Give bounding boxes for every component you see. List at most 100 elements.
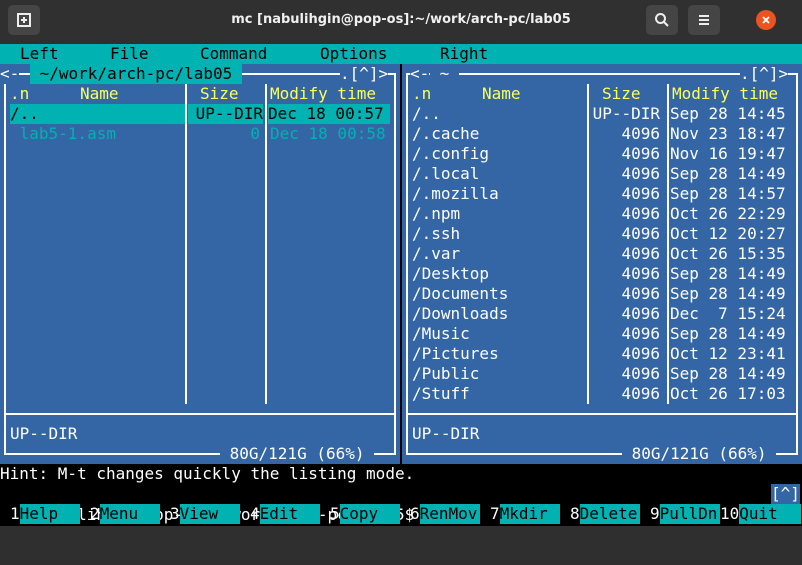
file-name: /.local xyxy=(412,164,480,183)
file-size: 4096 xyxy=(621,304,660,323)
fkey-num: 1 xyxy=(10,504,20,523)
file-mtime: Sep 28 14:49 xyxy=(670,264,786,283)
file-row[interactable]: lab5-1.asm 0 Dec 18 00:58 xyxy=(0,124,400,144)
file-row[interactable]: /.. UP--DIR Dec 18 00:57 xyxy=(0,104,400,124)
file-name: /.ssh xyxy=(412,224,461,243)
panel-path[interactable]: ~/work/arch-pc/lab05 xyxy=(30,64,242,84)
fkey-quit[interactable]: 10Quit xyxy=(720,504,802,524)
file-name: /.mozilla xyxy=(412,184,499,203)
file-row[interactable]: /Music 4096 Sep 28 14:49 xyxy=(402,324,802,344)
fkey-edit[interactable]: 4Edit xyxy=(250,504,320,524)
header-mtime[interactable]: Modify time xyxy=(672,84,778,104)
file-row[interactable]: /Downloads 4096 Dec 7 15:24 xyxy=(402,304,802,324)
panel-corner-left[interactable]: <- xyxy=(0,64,20,84)
file-mtime: Nov 23 18:47 xyxy=(670,124,786,143)
file-row[interactable]: /Stuff 4096 Oct 26 17:03 xyxy=(402,384,802,404)
header-mtime[interactable]: Modify time xyxy=(270,84,376,104)
search-button[interactable] xyxy=(646,5,678,35)
file-row[interactable]: /.config 4096 Nov 16 19:47 xyxy=(402,144,802,164)
file-size: 4096 xyxy=(621,224,660,243)
fkey-renmov[interactable]: 6RenMov xyxy=(410,504,480,524)
menu-command[interactable]: Command xyxy=(200,44,267,64)
file-row[interactable]: /Documents 4096 Sep 28 14:49 xyxy=(402,284,802,304)
hint-line: Hint: M-t changes quickly the listing mo… xyxy=(0,464,415,483)
file-mtime: Sep 28 14:49 xyxy=(670,284,786,303)
left-panel[interactable]: <- ~/work/arch-pc/lab05 .[^]> .n Name Si… xyxy=(0,64,400,464)
file-row[interactable]: /Desktop 4096 Sep 28 14:49 xyxy=(402,264,802,284)
file-mtime: Oct 26 17:03 xyxy=(670,384,786,403)
menu-icon xyxy=(699,15,709,25)
file-name: /Public xyxy=(412,364,480,383)
file-row[interactable]: /.cache 4096 Nov 23 18:47 xyxy=(402,124,802,144)
file-row[interactable]: /Pictures 4096 Oct 12 23:41 xyxy=(402,344,802,364)
file-name: /Pictures xyxy=(412,344,499,363)
menu-file[interactable]: File xyxy=(110,44,149,64)
menu-options[interactable]: Options xyxy=(320,44,387,64)
fkey-mkdir[interactable]: 7Mkdir xyxy=(490,504,560,524)
file-row[interactable]: /.. UP--DIR Sep 28 14:45 xyxy=(402,104,802,124)
header-size[interactable]: Size xyxy=(200,84,239,104)
file-row[interactable]: /.local 4096 Sep 28 14:49 xyxy=(402,164,802,184)
fkey-label: RenMov xyxy=(419,504,480,524)
panel-corner-right[interactable]: .[^]> xyxy=(740,64,789,84)
fkey-view[interactable]: 3View xyxy=(170,504,240,524)
file-size: 4096 xyxy=(621,284,660,303)
file-row[interactable]: /.ssh 4096 Oct 12 20:27 xyxy=(402,224,802,244)
window-titlebar: mc [nabulihgin@pop-os]:~/work/arch-pc/la… xyxy=(0,0,802,40)
file-size: 4096 xyxy=(621,364,660,383)
panel-corner-right[interactable]: .[^]> xyxy=(340,64,389,84)
file-name: /.npm xyxy=(412,204,461,223)
file-row[interactable]: /.var 4096 Oct 26 15:35 xyxy=(402,244,802,264)
file-size: UP--DIR xyxy=(188,104,263,124)
close-button[interactable] xyxy=(756,10,776,30)
file-mtime: Oct 26 15:35 xyxy=(670,244,786,263)
panel-path[interactable]: ~ xyxy=(430,64,459,84)
menu-left[interactable]: Left xyxy=(20,44,59,64)
file-row[interactable]: /.npm 4096 Oct 26 22:29 xyxy=(402,204,802,224)
fkey-num: 3 xyxy=(170,504,180,523)
file-mtime: Nov 16 19:47 xyxy=(670,144,786,163)
file-mtime: Sep 28 14:57 xyxy=(670,184,786,203)
fkey-pulldn[interactable]: 9PullDn xyxy=(650,504,720,524)
search-icon xyxy=(655,13,669,27)
file-size: 4096 xyxy=(621,204,660,223)
header-name[interactable]: Name xyxy=(482,84,521,104)
panel-status: UP--DIR xyxy=(412,424,480,443)
fkey-num: 7 xyxy=(490,504,500,523)
file-name: /.var xyxy=(412,244,461,263)
header-sort[interactable]: .n xyxy=(412,84,431,104)
file-mtime: Oct 12 23:41 xyxy=(670,344,786,363)
panel-corner-left[interactable]: <- xyxy=(410,64,430,84)
window-title: mc [nabulihgin@pop-os]:~/work/arch-pc/la… xyxy=(231,12,571,27)
fkey-label: Delete xyxy=(579,504,640,524)
fkey-menu[interactable]: 2Menu xyxy=(90,504,160,524)
fkey-copy[interactable]: 5Copy xyxy=(330,504,400,524)
close-icon xyxy=(762,16,770,24)
header-size[interactable]: Size xyxy=(602,84,641,104)
header-sort[interactable]: .n xyxy=(10,84,29,104)
command-line[interactable]: nabulihgin@pop-os:~/work/arch-pc/lab05$ … xyxy=(0,484,802,524)
menu-button[interactable] xyxy=(688,5,720,35)
fkey-help[interactable]: 1Help xyxy=(10,504,80,524)
header-name[interactable]: Name xyxy=(80,84,119,104)
prompt-corner[interactable]: [^] xyxy=(771,484,800,504)
file-mtime: Oct 12 20:27 xyxy=(670,224,786,243)
right-panel[interactable]: <- ~ .[^]> .n Name Size Modify time /.. U… xyxy=(402,64,802,464)
file-row[interactable]: /Public 4096 Sep 28 14:49 xyxy=(402,364,802,384)
fkey-num: 6 xyxy=(410,504,420,523)
panel-divider xyxy=(5,413,395,415)
fkey-num: 2 xyxy=(90,504,100,523)
fkey-label: Mkdir xyxy=(499,504,560,524)
fkey-label: View xyxy=(179,504,240,524)
fkey-label: Help xyxy=(19,504,80,524)
disk-usage: 80G/121G (66%) xyxy=(622,444,777,464)
fkey-num: 4 xyxy=(250,504,260,523)
file-size: 4096 xyxy=(621,384,660,403)
menu-right[interactable]: Right xyxy=(440,44,488,64)
file-row[interactable]: /.mozilla 4096 Sep 28 14:57 xyxy=(402,184,802,204)
file-mtime: Dec 18 00:58 xyxy=(270,124,386,143)
fkey-delete[interactable]: 8Delete xyxy=(570,504,640,524)
file-mtime: Oct 26 22:29 xyxy=(670,204,786,223)
file-name: /Documents xyxy=(412,284,509,303)
terminal[interactable]: Left File Command Options Right <- ~/wor… xyxy=(0,44,802,526)
